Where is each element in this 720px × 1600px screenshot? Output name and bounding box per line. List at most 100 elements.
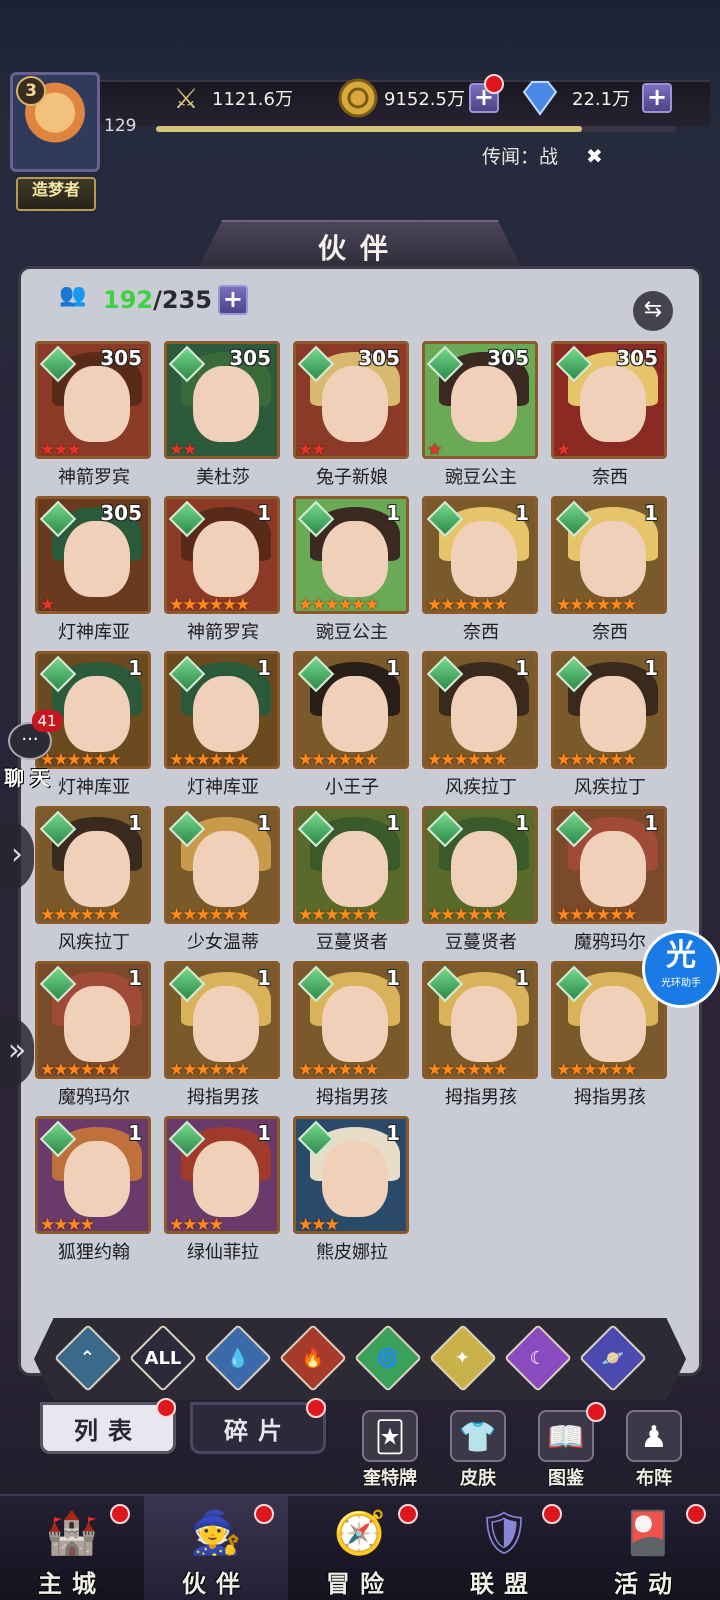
hero-card[interactable]: 1 ★★★★★★ 豆蔓贤者 [422, 806, 540, 956]
hero-level: 1 [644, 656, 658, 680]
hero-face [451, 831, 517, 907]
quest-cards-button[interactable]: 🃏 奎特牌 [350, 1410, 430, 1490]
hero-card[interactable]: 1 ★★★★★★ 少女温蒂 [164, 806, 282, 956]
close-icon[interactable]: ✖ [586, 144, 603, 168]
hero-card[interactable]: 305 ★★★ 神箭罗宾 [35, 341, 153, 491]
hero-face [64, 831, 130, 907]
hero-name: 豌豆公主 [445, 467, 517, 488]
chat-label: 聊天 [4, 766, 56, 790]
nav-adventure[interactable]: 🧭 冒险 [288, 1496, 432, 1600]
filter-label: ☾ [529, 1347, 547, 1369]
book-icon: 📖 [538, 1410, 594, 1462]
filter-planet-icon[interactable]: 🪐 [579, 1324, 647, 1392]
filter-label: ALL [144, 1347, 182, 1369]
rumor-ticker[interactable]: 传闻：战 [482, 142, 558, 169]
nav-city[interactable]: 🏰 主城 [0, 1496, 144, 1600]
hero-face [451, 366, 517, 442]
hero-card[interactable]: 1 ★★★★★★ 拇指男孩 [422, 961, 540, 1111]
formation-button[interactable]: ♟ 布阵 [614, 1410, 694, 1490]
hero-card[interactable]: 1 ★★★★★★ 奈西 [551, 496, 669, 646]
nav-notification-dot [542, 1504, 562, 1524]
hero-card[interactable]: 1 ★★★★★★ 风疾拉丁 [551, 651, 669, 801]
hero-level: 1 [515, 501, 529, 525]
shirt-icon: 👕 [450, 1410, 506, 1462]
hero-card[interactable]: 1 ★★★★★★ 豌豆公主 [293, 496, 411, 646]
nav-notification-dot [686, 1504, 706, 1524]
filter-label: 🔥 [301, 1347, 325, 1369]
hero-portrait: 1 ★★★★★★ [164, 806, 280, 924]
hero-face [193, 676, 259, 752]
hero-stars-icon: ★★★ [40, 440, 82, 459]
hero-stars-icon: ★★★★★★ [427, 595, 508, 614]
nav-alliance[interactable]: 🛡 联盟 [432, 1496, 576, 1600]
hero-card[interactable]: 305 ★ 奈西 [551, 341, 669, 491]
hero-card[interactable]: 305 ★★ 兔子新娘 [293, 341, 411, 491]
hero-stars-icon: ★★★★ [169, 1215, 224, 1234]
skins-button[interactable]: 👕 皮肤 [438, 1410, 518, 1490]
hero-card[interactable]: 1 ★★★★★★ 拇指男孩 [293, 961, 411, 1111]
hero-card[interactable]: 1 ★★★★★★ 神箭罗宾 [164, 496, 282, 646]
nav-partners[interactable]: 🧙 伙伴 [144, 1496, 288, 1600]
gold-coin-icon [338, 78, 378, 118]
filter-chevron-up-icon[interactable]: ⌃ [54, 1324, 122, 1392]
codex-notification-dot [586, 1402, 606, 1422]
filter-water-icon[interactable]: 💧 [204, 1324, 272, 1392]
hero-name: 豆蔓贤者 [445, 932, 517, 953]
cards-icon: 🃏 [362, 1410, 418, 1462]
page-title: 伙伴 [317, 232, 402, 265]
hero-stars-icon: ★★★★★★ [298, 595, 379, 614]
hero-level: 1 [515, 966, 529, 990]
hero-face [193, 521, 259, 597]
hero-stars-icon: ★ [40, 595, 55, 614]
hero-card[interactable]: 1 ★★★★★★ 豆蔓贤者 [293, 806, 411, 956]
hero-stars-icon: ★ [556, 440, 571, 459]
sort-swap-icon[interactable]: ⇆ [633, 291, 673, 331]
nav-events[interactable]: 🎴 活动 [576, 1496, 720, 1600]
hero-card[interactable]: 1 ★★★★★★ 风疾拉丁 [422, 651, 540, 801]
hero-stars-icon: ★★★ [298, 1215, 340, 1234]
hero-card[interactable]: 1 ★★★★★★ 魔鸦玛尔 [35, 961, 153, 1111]
filter-all-icon[interactable]: ALL [129, 1324, 197, 1392]
hero-level: 1 [257, 1121, 271, 1145]
player-title-badge[interactable]: 造梦者 ◆◆ [16, 177, 96, 285]
add-diamond-button[interactable]: + [642, 83, 673, 113]
power-display: ⚔ 1121.6万 [166, 80, 293, 116]
tab-list-label: 列表 [74, 1416, 142, 1445]
filter-label: ✦ [455, 1347, 471, 1369]
filter-label: 💧 [226, 1347, 250, 1369]
chess-icon: ♟ [626, 1410, 682, 1462]
hero-card[interactable]: 1 ★★★★ 狐狸约翰 [35, 1116, 153, 1266]
hero-level: 1 [257, 811, 271, 835]
exp-bar [156, 126, 676, 132]
hero-card[interactable]: 305 ★ 灯神库亚 [35, 496, 153, 646]
expand-roster-button[interactable]: + [217, 285, 248, 315]
filter-wind-icon[interactable]: 🌀 [354, 1324, 422, 1392]
hero-face [451, 521, 517, 597]
hero-level: 1 [128, 811, 142, 835]
hero-name: 风疾拉丁 [445, 777, 517, 798]
hero-card[interactable]: 1 ★★★★ 绿仙菲拉 [164, 1116, 282, 1266]
filter-fire-icon[interactable]: 🔥 [279, 1324, 347, 1392]
hero-card[interactable]: 1 ★★★★★★ 灯神库亚 [164, 651, 282, 801]
hero-card[interactable]: 305 ★★ 美杜莎 [164, 341, 282, 491]
hero-card[interactable]: 305 ★ 豌豆公主 [422, 341, 540, 491]
hero-portrait: 1 ★★★★★★ [422, 651, 538, 769]
player-level-badge: 3 [16, 76, 46, 106]
filter-light-icon[interactable]: ✦ [429, 1324, 497, 1392]
hero-level: 1 [257, 966, 271, 990]
hero-card[interactable]: 1 ★★★★★★ 奈西 [422, 496, 540, 646]
hero-level: 1 [386, 656, 400, 680]
hero-card[interactable]: 1 ★★★ 熊皮娜拉 [293, 1116, 411, 1266]
hero-card[interactable]: 1 ★★★★★★ 小王子 [293, 651, 411, 801]
chat-button[interactable]: ··· 41 聊天 [0, 710, 62, 790]
filter-moon-icon[interactable]: ☾ [504, 1324, 572, 1392]
hero-card[interactable]: 1 ★★★★★★ 拇指男孩 [164, 961, 282, 1111]
hero-stars-icon: ★★ [298, 440, 327, 459]
codex-button[interactable]: 📖 图鉴 [526, 1410, 606, 1490]
hero-level: 1 [644, 811, 658, 835]
hero-card[interactable]: 1 ★★★★★★ 风疾拉丁 [35, 806, 153, 956]
hero-stars-icon: ★★★★★★ [169, 1060, 250, 1079]
player-title: 造梦者 [31, 180, 80, 199]
hero-name: 美杜莎 [196, 467, 250, 488]
assistant-button[interactable]: 光 光环助手 [642, 930, 720, 1008]
